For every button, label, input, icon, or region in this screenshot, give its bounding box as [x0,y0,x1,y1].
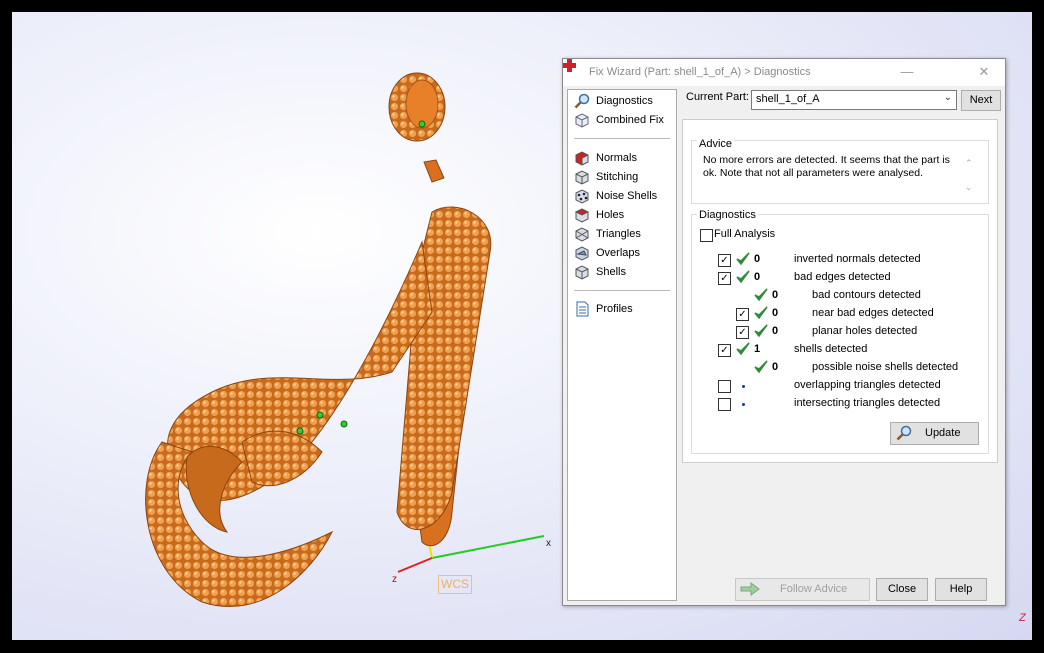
z-axis-label: z [392,574,397,585]
3d-viewport[interactable]: x z WCS Z Fix Wizard (Part: shell_1_of_A… [12,12,1032,640]
diagnostic-count: 1 [754,343,761,355]
green-check-icon [736,342,750,356]
diagnostic-label: bad edges detected [794,271,891,283]
nav-label: Profiles [596,303,633,315]
pending-dot-icon [742,403,745,406]
x-axis-label: x [546,538,551,549]
diagnostic-label: inverted normals detected [794,253,921,265]
diagnostic-checkbox[interactable]: ✓ [736,308,749,321]
follow-advice-label: Follow Advice [780,583,848,595]
update-label: Update [925,427,961,439]
current-part-label: Current Part: [686,91,749,103]
document-icon [576,301,589,317]
nav-label: Normals [596,152,637,164]
current-part-value: shell_1_of_A [756,93,820,105]
diagnostic-label: shells detected [794,343,868,355]
update-button[interactable]: Update [890,422,979,445]
nav-label: Combined Fix [596,114,664,126]
minimize-button[interactable]: — [897,63,917,81]
diagnostic-checkbox[interactable]: ✓ [736,326,749,339]
next-button[interactable]: Next [961,90,1001,111]
letter-a-model [145,206,492,608]
shells-icon [575,265,589,280]
scroll-down-icon[interactable]: ⌄ [965,182,973,193]
corner-axis-indicator: Z [1019,612,1026,624]
diagnostic-count: 0 [772,361,779,373]
pending-dot-icon [742,385,745,388]
normals-cube-icon [575,151,589,166]
z-axis-line [397,557,433,573]
noise-shells-icon [575,189,589,204]
close-window-button[interactable]: ✕ [974,63,994,81]
diagnostic-label: planar holes detected [812,325,918,337]
wcs-label: WCS [438,575,472,594]
green-check-icon [736,270,750,284]
current-part-select[interactable]: shell_1_of_A ⌄ [751,90,957,110]
nav-label: Stitching [596,171,639,183]
diagnostic-label: near bad edges detected [812,307,934,319]
magnifier-icon [574,93,590,109]
green-check-icon [754,324,768,338]
x-axis-line [431,535,545,559]
stitching-cube-icon [575,170,589,185]
advice-text: No more errors are detected. It seems th… [703,154,950,179]
close-button[interactable]: Close [876,578,928,601]
fix-wizard-dialog: Fix Wizard (Part: shell_1_of_A) > Diagno… [562,58,1006,606]
triangles-icon [575,227,589,242]
diagnostic-count: 0 [772,325,779,337]
holes-cube-icon [574,208,590,223]
follow-advice-button[interactable]: Follow Advice [735,578,870,601]
diagnostic-label: intersecting triangles detected [794,397,941,409]
diagnostic-label: bad contours detected [812,289,921,301]
diagnostic-count: 0 [772,307,779,319]
diagnostic-checkbox[interactable] [718,380,731,393]
diagnostic-checkbox[interactable]: ✓ [718,272,731,285]
wizard-nav-panel: Diagnostics Combined Fix Normals Stitchi… [567,89,677,601]
dialog-title: Fix Wizard (Part: shell_1_of_A) > Diagno… [589,66,811,78]
diagnostic-checkbox[interactable]: ✓ [718,254,731,267]
nav-label: Shells [596,266,626,278]
overlaps-icon [575,246,589,261]
diagnostic-checkbox[interactable]: ✓ [718,344,731,357]
nav-label: Holes [596,209,625,221]
help-button[interactable]: Help [935,578,987,601]
green-check-icon [754,360,768,374]
green-check-icon [736,252,750,266]
advice-title: Advice [697,138,735,150]
scroll-up-icon[interactable]: ⌃ [965,158,973,169]
diagnostic-label: overlapping triangles detected [794,379,941,391]
diagnostics-panel: Advice No more errors are detected. It s… [682,119,998,463]
full-analysis-checkbox[interactable] [700,229,713,242]
nav-label: Triangles [596,228,641,240]
full-analysis-label: Full Analysis [714,228,776,240]
nav-separator [574,290,670,291]
diagnostic-count: 0 [754,253,761,265]
magnifier-icon [896,425,912,441]
screen-frame: x z WCS Z Fix Wizard (Part: shell_1_of_A… [0,0,1044,653]
green-check-icon [754,306,768,320]
diagnostic-label: possible noise shells detected [812,361,959,373]
diagnostic-count: 0 [754,271,761,283]
ring-bail-shape [388,72,446,183]
diagnostic-count: 0 [772,289,779,301]
nav-label: Diagnostics [596,95,653,107]
cube-icon [575,113,589,128]
arrow-right-icon [740,582,760,596]
green-check-icon [754,288,768,302]
nav-label: Overlaps [596,247,641,259]
red-cross-icon [563,59,576,72]
dialog-titlebar[interactable]: Fix Wizard (Part: shell_1_of_A) > Diagno… [563,59,1005,86]
diagnostic-checkbox[interactable] [718,398,731,411]
nav-separator [574,138,670,139]
nav-label: Noise Shells [596,190,658,202]
diagnostics-title: Diagnostics [697,209,758,221]
chevron-down-icon: ⌄ [943,92,952,103]
